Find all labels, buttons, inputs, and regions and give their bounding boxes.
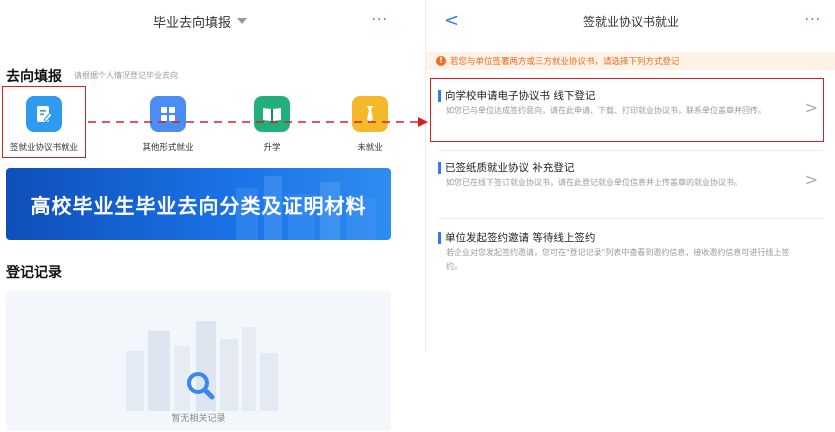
option-title-text: 已签纸质就业协议 补充登记 — [445, 162, 575, 174]
option-paper-agreement[interactable]: 已签纸质就业协议 补充登记 如您已在线下签订就业协议书，请在此登记就业单位信息并… — [426, 152, 835, 214]
option-label: 其他形式就业 — [142, 143, 194, 153]
option-online-invitation[interactable]: 单位发起签约邀请 等待线上签约 若企业对您发起签约邀请，您可在"登记记录"列表中… — [426, 222, 835, 284]
book-icon — [254, 96, 290, 132]
grid-icon — [150, 96, 186, 132]
accent-bar — [438, 161, 441, 174]
right-header-title: 签就业协议书就业 — [582, 14, 679, 29]
option-desc: 如您已在线下签订就业协议书，请在此登记就业单位信息并上传盖章的就业协议书。 — [446, 178, 742, 187]
option-title-text: 单位发起签约邀请 等待线上签约 — [445, 232, 596, 244]
highlight-box-right — [430, 78, 824, 142]
warning-icon: ! — [436, 56, 446, 66]
banner-text: 高校毕业生毕业去向分类及证明材料 — [30, 193, 367, 218]
option-label: 未就业 — [357, 143, 383, 153]
left-header-title[interactable]: 毕业去向填报 — [153, 12, 231, 31]
option-unemployed[interactable]: 未就业 — [330, 94, 410, 153]
left-header: 毕业去向填报 — [0, 0, 400, 42]
banner[interactable]: 高校毕业生毕业去向分类及证明材料 — [6, 168, 391, 240]
option-desc: 若企业对您发起签约邀请，您可在"登记记录"列表中查看到邀约信息，接收邀约信息可进… — [446, 248, 790, 271]
right-header: < 签就业协议书就业 — [426, 0, 835, 42]
option-label: 升学 — [263, 143, 281, 153]
more-icon[interactable]: ··· — [372, 12, 388, 28]
accent-bar — [438, 231, 441, 244]
empty-illustration — [126, 321, 278, 411]
divider — [438, 218, 824, 219]
chevron-down-icon[interactable] — [237, 18, 247, 24]
chevron-right-icon: > — [804, 170, 818, 189]
tie-icon — [352, 96, 388, 132]
highlight-box-left — [2, 86, 86, 158]
option-title: 已签纸质就业协议 补充登记 — [438, 160, 574, 175]
option-other-employment[interactable]: 其他形式就业 — [128, 94, 208, 153]
records-title: 登记记录 — [6, 265, 62, 281]
back-icon[interactable]: < — [444, 10, 459, 31]
notice-bar: ! 若您与单位签署两方或三方就业协议书，请选择下列方式登记 — [426, 52, 835, 70]
empty-text: 暂无相关记录 — [171, 414, 226, 424]
divider — [438, 150, 824, 151]
section-title: 去向填报 — [6, 69, 62, 85]
section-hint: 请根据个人情况登记毕业去向 — [74, 71, 178, 80]
more-icon[interactable]: ··· — [805, 12, 821, 28]
left-panel: 毕业去向填报 ··· 去向填报 请根据个人情况登记毕业去向 签就业协议书就业 其… — [0, 0, 400, 432]
notice-text: 若您与单位签署两方或三方就业协议书，请选择下列方式登记 — [450, 57, 680, 67]
option-further-study[interactable]: 升学 — [232, 94, 312, 153]
empty-state: 暂无相关记录 — [6, 291, 391, 431]
screen: 毕业去向填报 ··· 去向填报 请根据个人情况登记毕业去向 签就业协议书就业 其… — [0, 0, 835, 432]
option-title: 单位发起签约邀请 等待线上签约 — [438, 230, 595, 245]
right-panel: < 签就业协议书就业 ··· ! 若您与单位签署两方或三方就业协议书，请选择下列… — [425, 0, 835, 352]
